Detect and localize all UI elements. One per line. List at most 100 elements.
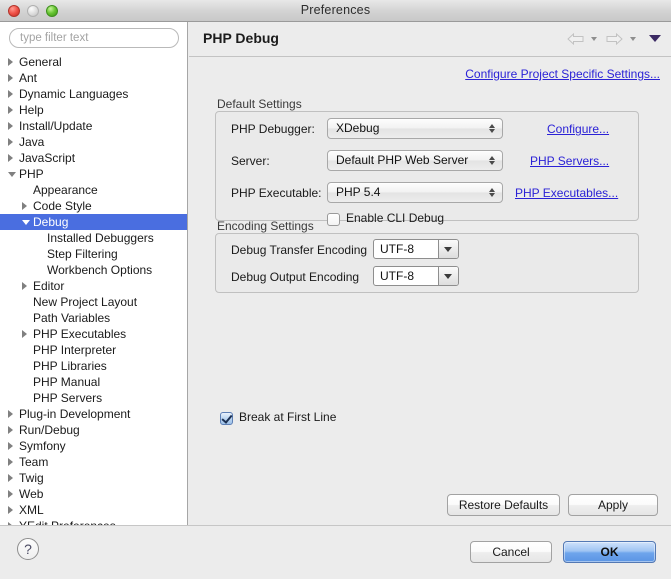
chevron-right-icon[interactable] [8,506,13,514]
sidebar-item-new-project-layout[interactable]: New Project Layout [0,294,187,310]
configure-project-specific-settings-link[interactable]: Configure Project Specific Settings... [465,67,660,81]
cancel-button[interactable]: Cancel [470,541,552,563]
chevron-right-icon[interactable] [8,490,13,498]
chevron-right-icon[interactable] [8,74,13,82]
page-title: PHP Debug [203,30,279,46]
preferences-tree[interactable]: General Ant Dynamic Languages Help Install/U… [0,54,187,525]
sidebar-item-label: Java [19,135,45,149]
sidebar-item-step-filtering[interactable]: Step Filtering [0,246,187,262]
back-arrow-icon[interactable] [567,32,584,45]
default-settings-group-title: Default Settings [217,97,302,111]
chevron-right-icon[interactable] [8,90,13,98]
sidebar-item-php-manual[interactable]: PHP Manual [0,374,187,390]
server-select[interactable]: Default PHP Web Server [327,150,503,171]
sidebar-item-dynamic-languages[interactable]: Dynamic Languages [0,86,187,102]
chevron-right-icon[interactable] [22,330,27,338]
sidebar-item-symfony[interactable]: Symfony [0,438,187,454]
sidebar-item-team[interactable]: Team [0,454,187,470]
sidebar-item-workbench-options[interactable]: Workbench Options [0,262,187,278]
chevron-right-icon[interactable] [8,458,13,466]
debug-output-encoding-value: UTF-8 [380,269,414,283]
sidebar-item-label: Workbench Options [47,263,153,277]
help-button[interactable]: ? [17,538,39,560]
sidebar-item-php-libraries[interactable]: PHP Libraries [0,358,187,374]
sidebar-item-label: Twig [19,471,44,485]
sidebar-item-label: Path Variables [33,311,111,325]
sidebar-item-twig[interactable]: Twig [0,470,187,486]
server-label: Server: [231,154,270,168]
chevron-right-icon[interactable] [8,106,13,114]
sidebar-item-label: Appearance [33,183,98,197]
sidebar-item-appearance[interactable]: Appearance [0,182,187,198]
chevron-down-icon[interactable] [8,172,16,177]
debug-transfer-encoding-combo[interactable]: UTF-8 [373,239,459,259]
sidebar-item-yedit-preferences[interactable]: YEdit Preferences [0,518,187,525]
sidebar-item-editor[interactable]: Editor [0,278,187,294]
sidebar-item-php-interpreter[interactable]: PHP Interpreter [0,342,187,358]
php-debugger-select[interactable]: XDebug [327,118,503,139]
chevron-right-icon[interactable] [8,442,13,450]
chevron-right-icon[interactable] [8,58,13,66]
back-history-caret-icon[interactable] [590,36,597,41]
forward-arrow-icon[interactable] [606,32,623,45]
chevron-right-icon[interactable] [22,282,27,290]
php-servers-link[interactable]: PHP Servers... [530,154,609,168]
search-input[interactable] [9,28,179,48]
sidebar-item-xml[interactable]: XML [0,502,187,518]
php-executables-link[interactable]: PHP Executables... [515,186,618,200]
sidebar-item-label: Step Filtering [47,247,118,261]
sidebar-item-plug-in-development[interactable]: Plug-in Development [0,406,187,422]
break-at-first-line-label: Break at First Line [239,410,337,424]
restore-defaults-button[interactable]: Restore Defaults [447,494,560,516]
chevron-down-icon[interactable] [438,267,458,285]
sidebar-item-install-update[interactable]: Install/Update [0,118,187,134]
sidebar-item-installed-debuggers[interactable]: Installed Debuggers [0,230,187,246]
sidebar-item-label: General [19,55,62,69]
chevron-down-icon[interactable] [22,220,30,225]
sidebar-item-run-debug[interactable]: Run/Debug [0,422,187,438]
sidebar-item-label: Web [19,487,44,501]
sidebar-item-general[interactable]: General [0,54,187,70]
sidebar-item-java[interactable]: Java [0,134,187,150]
php-debugger-label: PHP Debugger: [231,122,315,136]
ok-button[interactable]: OK [563,541,656,563]
chevron-right-icon[interactable] [8,474,13,482]
preferences-window: Preferences General Ant Dynamic Languages H… [0,0,671,579]
chevron-right-icon[interactable] [8,426,13,434]
enable-cli-debug-checkbox[interactable] [327,213,340,226]
sidebar-item-label: Install/Update [19,119,93,133]
sidebar-item-label: XML [19,503,44,517]
sidebar-item-ant[interactable]: Ant [0,70,187,86]
chevron-updown-icon [489,183,496,202]
chevron-right-icon[interactable] [22,202,27,210]
debug-transfer-encoding-value: UTF-8 [380,242,414,256]
sidebar-item-javascript[interactable]: JavaScript [0,150,187,166]
sidebar-item-php[interactable]: PHP [0,166,187,182]
php-executable-value: PHP 5.4 [336,185,381,199]
configure-link[interactable]: Configure... [547,122,609,136]
sidebar-item-web[interactable]: Web [0,486,187,502]
window-title: Preferences [300,3,371,17]
debug-output-encoding-combo[interactable]: UTF-8 [373,266,459,286]
sidebar-item-php-executables[interactable]: PHP Executables [0,326,187,342]
navigation-icons [567,30,663,48]
sidebar-item-label: New Project Layout [33,295,138,309]
chevron-right-icon[interactable] [8,138,13,146]
forward-history-caret-icon[interactable] [629,36,636,41]
dialog-footer: ? Cancel OK [0,525,671,579]
chevron-updown-icon [489,119,496,138]
chevron-right-icon[interactable] [8,154,13,162]
chevron-right-icon[interactable] [8,122,13,130]
sidebar-item-debug[interactable]: Debug [0,214,187,230]
sidebar-item-php-servers[interactable]: PHP Servers [0,390,187,406]
sidebar-item-label: JavaScript [19,151,76,165]
break-at-first-line-checkbox[interactable] [220,412,233,425]
view-menu-icon[interactable] [649,35,661,43]
sidebar-item-help[interactable]: Help [0,102,187,118]
php-executable-select[interactable]: PHP 5.4 [327,182,503,203]
apply-button[interactable]: Apply [568,494,658,516]
sidebar-item-code-style[interactable]: Code Style [0,198,187,214]
sidebar-item-path-variables[interactable]: Path Variables [0,310,187,326]
chevron-down-icon[interactable] [438,240,458,258]
chevron-right-icon[interactable] [8,410,13,418]
